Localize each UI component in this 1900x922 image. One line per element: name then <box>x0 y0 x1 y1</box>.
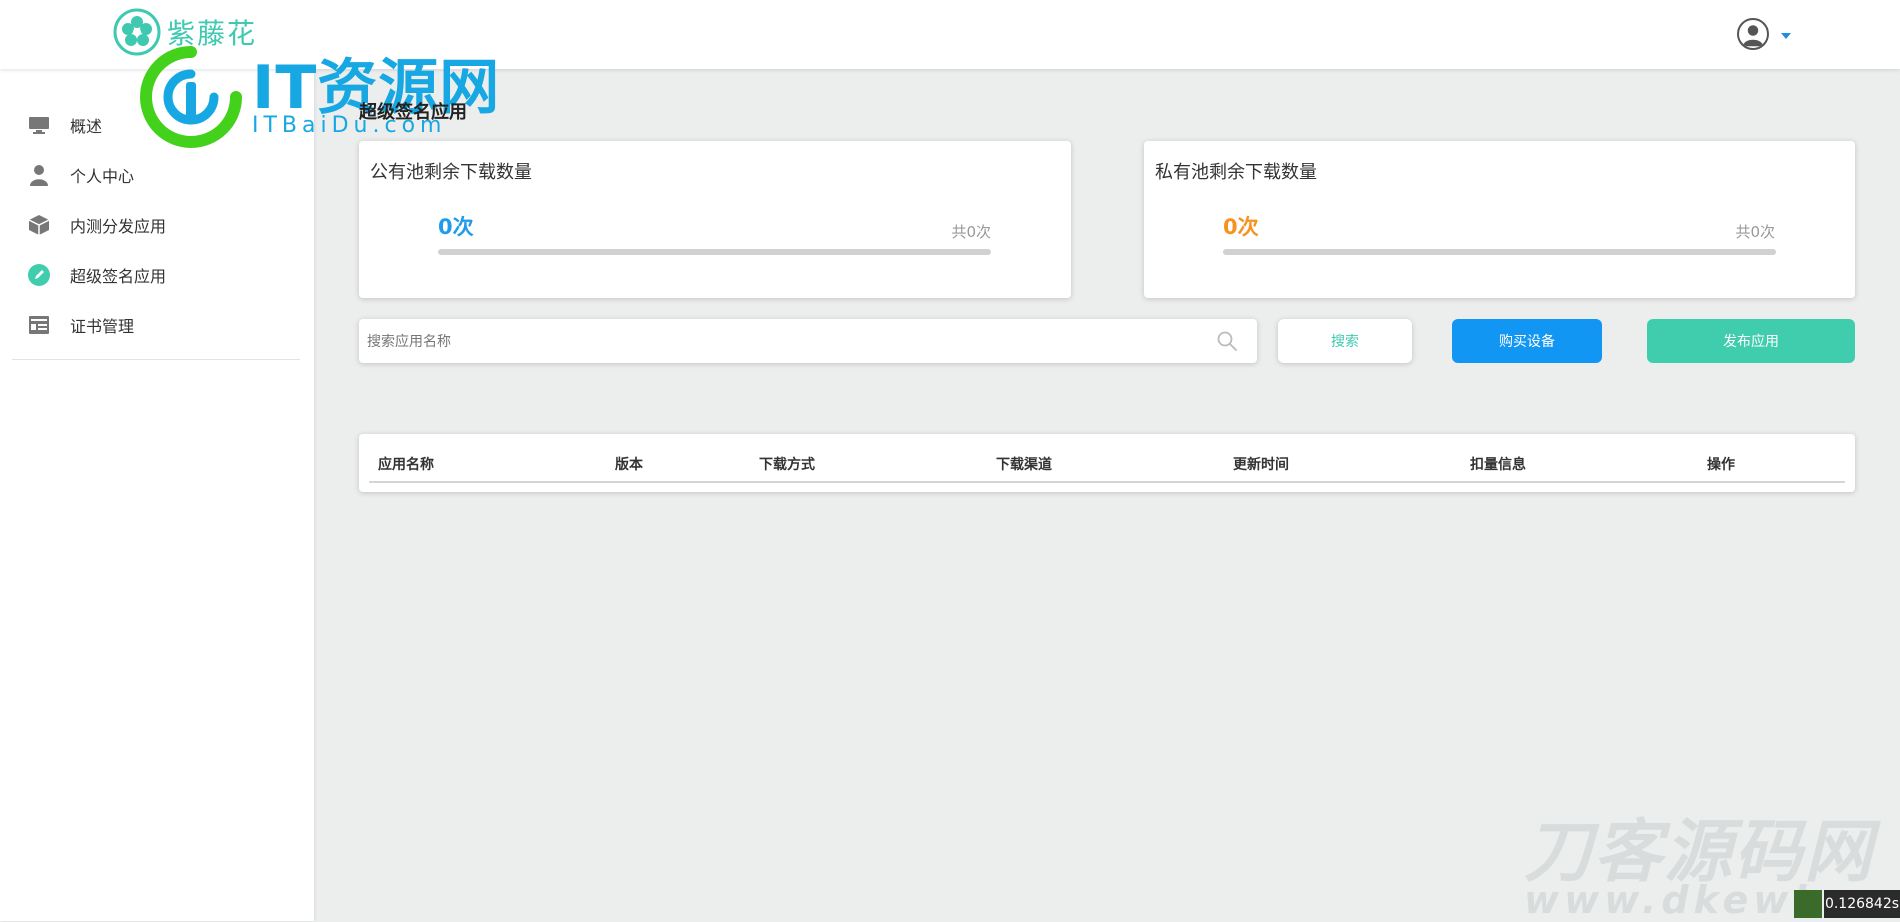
page-title: 超级签名应用 <box>359 102 467 123</box>
column-header-deduction-info[interactable]: 扣量信息 <box>1470 454 1526 474</box>
sidebar-item-certificates[interactable]: 证书管理 <box>0 302 314 348</box>
sidebar-item-label: 内测分发应用 <box>70 217 167 236</box>
user-avatar-icon <box>1742 25 1764 47</box>
search-input[interactable] <box>365 319 1209 365</box>
user-icon <box>27 163 51 187</box>
monitor-icon <box>27 113 51 137</box>
sidebar: 概述 个人中心 内测分发应用 超级签名应用 证书管理 <box>0 69 314 921</box>
sidebar-item-label: 证书管理 <box>70 317 135 336</box>
chevron-down-icon[interactable] <box>1781 33 1791 39</box>
publish-app-button[interactable]: 发布应用 <box>1647 319 1855 363</box>
sidebar-divider <box>12 359 300 360</box>
sidebar-item-profile[interactable]: 个人中心 <box>0 152 314 198</box>
private-pool-card: 私有池剩余下载数量 0次 共0次 <box>1144 141 1855 298</box>
private-pool-progress-bar <box>1223 249 1776 255</box>
column-header-version[interactable]: 版本 <box>615 454 643 474</box>
watermark-ring-icon <box>140 46 242 148</box>
private-pool-total: 共0次 <box>1735 223 1775 241</box>
sidebar-item-label: 个人中心 <box>70 167 135 186</box>
column-header-update-time[interactable]: 更新时间 <box>1233 454 1289 474</box>
sidebar-item-super-signature[interactable]: 超级签名应用 <box>0 252 314 298</box>
apps-table: 应用名称 版本 下载方式 下载渠道 更新时间 扣量信息 操作 <box>359 434 1855 492</box>
public-pool-card: 公有池剩余下载数量 0次 共0次 <box>359 141 1071 298</box>
public-pool-title: 公有池剩余下载数量 <box>370 162 532 183</box>
column-header-app-name[interactable]: 应用名称 <box>378 454 434 474</box>
column-header-download-channel[interactable]: 下载渠道 <box>996 454 1052 474</box>
buy-devices-button[interactable]: 购买设备 <box>1452 319 1602 363</box>
sidebar-item-beta-distribution[interactable]: 内测分发应用 <box>0 202 314 248</box>
page-load-timer: 0.126842s <box>1824 890 1900 918</box>
debug-bar-icon[interactable] <box>1794 890 1822 918</box>
column-header-download-method[interactable]: 下载方式 <box>759 454 815 474</box>
column-header-actions[interactable]: 操作 <box>1707 454 1735 474</box>
sidebar-item-label: 超级签名应用 <box>70 267 167 286</box>
search-box <box>359 319 1257 365</box>
user-avatar[interactable] <box>1737 18 1769 50</box>
package-icon <box>27 213 51 237</box>
public-pool-progress-bar <box>438 249 991 255</box>
sidebar-item-label: 概述 <box>70 117 103 136</box>
search-icon[interactable] <box>1217 331 1237 351</box>
certificate-icon <box>27 313 51 337</box>
edit-circle-icon <box>27 263 51 287</box>
public-pool-total: 共0次 <box>951 223 991 241</box>
public-pool-remaining: 0次 <box>438 215 474 239</box>
private-pool-remaining: 0次 <box>1223 215 1259 239</box>
search-button[interactable]: 搜索 <box>1278 319 1412 363</box>
private-pool-title: 私有池剩余下载数量 <box>1155 162 1317 183</box>
table-header-divider <box>369 481 1845 483</box>
site-watermark: IT资源网 ITBaiDu.com <box>138 44 500 150</box>
